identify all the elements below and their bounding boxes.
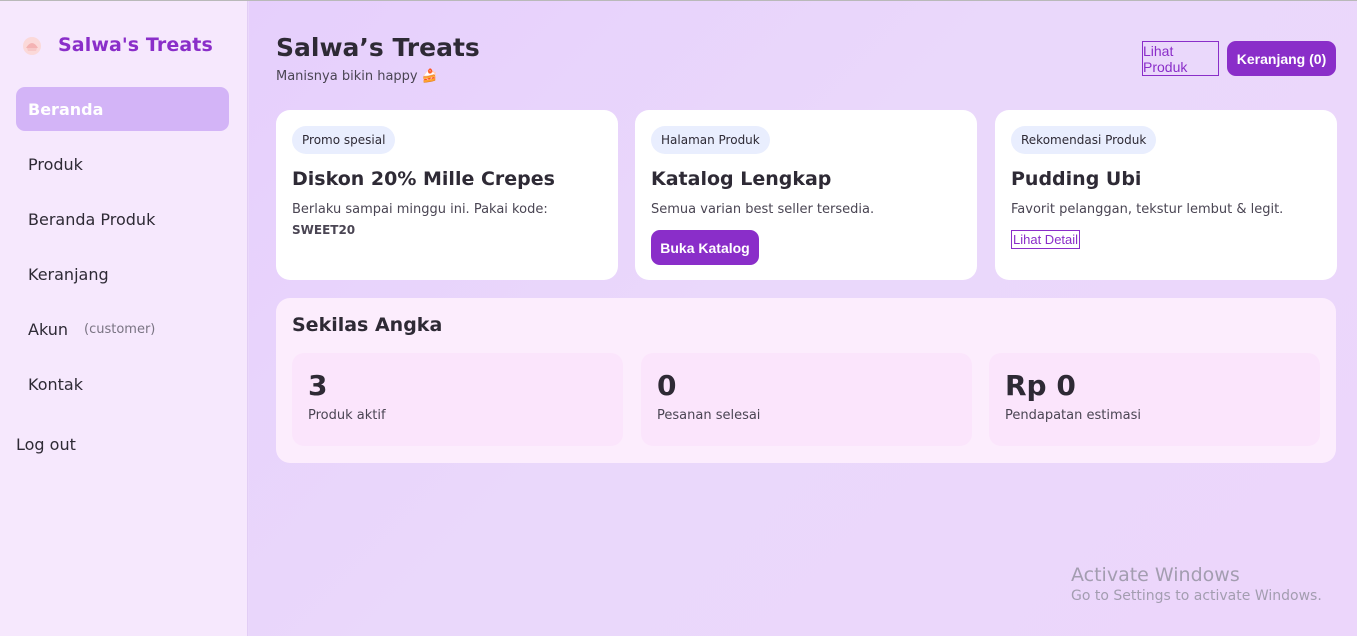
sidebar-item-keranjang[interactable]: Keranjang (16, 252, 229, 296)
logout-link[interactable]: Log out (16, 435, 76, 454)
brand-name: Salwa's Treats (58, 34, 213, 56)
activation-watermark: Activate Windows Go to Settings to activ… (1071, 564, 1322, 604)
sidebar-item-label: Keranjang (28, 264, 109, 284)
card-description: Semua varian best seller tersedia. (651, 202, 875, 217)
sidebar-item-label: Akun (28, 319, 68, 339)
watermark-title: Activate Windows (1071, 564, 1240, 586)
stat-value: 3 (308, 369, 328, 402)
stats-title: Sekilas Angka (292, 314, 443, 336)
card-chip: Promo spesial (292, 126, 396, 154)
card-chip: Rekomendasi Produk (1011, 126, 1157, 154)
view-products-button[interactable]: Lihat Produk (1142, 41, 1219, 76)
stat-value: Rp 0 (1005, 369, 1076, 402)
stat-active-products: 3 Produk aktif (292, 353, 623, 446)
watermark-subtitle: Go to Settings to activate Windows. (1071, 588, 1322, 604)
stat-estimated-revenue: Rp 0 Pendapatan estimasi (989, 353, 1320, 446)
card-chip: Halaman Produk (651, 126, 770, 154)
sidebar-item-label: Beranda (28, 99, 104, 119)
stat-value: 0 (657, 369, 677, 402)
card-description: Favorit pelanggan, tekstur lembut & legi… (1011, 202, 1284, 217)
stat-completed-orders: 0 Pesanan selesai (641, 353, 972, 446)
sidebar-item-beranda[interactable]: Beranda (16, 87, 229, 131)
sidebar-item-label: Beranda Produk (28, 209, 156, 229)
sidebar: Salwa's Treats Beranda Produk Beranda Pr… (0, 1, 248, 636)
account-role: (customer) (84, 321, 156, 337)
page-subtitle: Manisnya bikin happy 🍰 (276, 69, 438, 84)
recommendation-card: Rekomendasi Produk Pudding Ubi Favorit p… (995, 110, 1337, 280)
cart-button[interactable]: Keranjang (0) (1227, 41, 1336, 76)
cake-icon (23, 37, 41, 55)
sidebar-item-produk[interactable]: Produk (16, 142, 229, 186)
sidebar-item-beranda-produk[interactable]: Beranda Produk (16, 197, 229, 241)
card-title: Pudding Ubi (1011, 168, 1142, 190)
page-title: Salwa’s Treats (276, 33, 480, 62)
sidebar-item-label: Produk (28, 154, 83, 174)
open-catalog-button[interactable]: Buka Katalog (651, 230, 759, 265)
stat-label: Produk aktif (308, 408, 386, 423)
card-title: Diskon 20% Mille Crepes (292, 168, 555, 190)
promo-card: Promo spesial Diskon 20% Mille Crepes Be… (276, 110, 618, 280)
brand[interactable]: Salwa's Treats (20, 33, 213, 57)
catalog-card: Halaman Produk Katalog Lengkap Semua var… (635, 110, 977, 280)
stat-label: Pesanan selesai (657, 408, 761, 423)
card-title: Katalog Lengkap (651, 168, 832, 190)
card-text: Berlaku sampai minggu ini. Pakai kode: S… (292, 200, 602, 241)
stat-label: Pendapatan estimasi (1005, 408, 1141, 423)
view-detail-link[interactable]: Lihat Detail (1011, 230, 1081, 249)
stats-panel: Sekilas Angka 3 Produk aktif 0 Pesanan s… (276, 298, 1336, 463)
sidebar-item-kontak[interactable]: Kontak (16, 362, 229, 406)
sidebar-item-label: Kontak (28, 374, 83, 394)
main-content: Salwa’s Treats Manisnya bikin happy 🍰 Li… (249, 1, 1357, 636)
sidebar-item-akun[interactable]: Akun (customer) (16, 307, 229, 351)
promo-code: SWEET20 (292, 223, 356, 237)
card-description: Berlaku sampai minggu ini. Pakai kode: (292, 202, 548, 217)
